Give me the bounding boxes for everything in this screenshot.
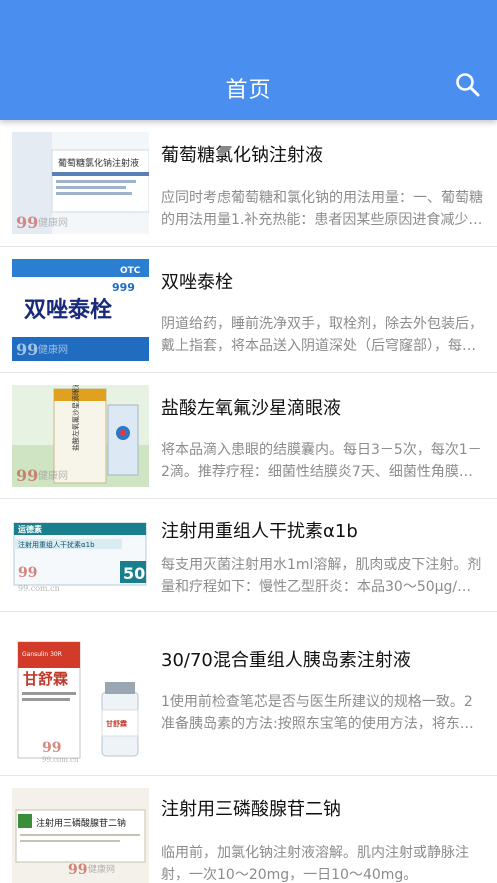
svg-text:99: 99 bbox=[68, 862, 87, 878]
thumb-label: 双唑泰栓 bbox=[24, 297, 112, 323]
svg-text:99.com.cn: 99.com.cn bbox=[42, 756, 79, 764]
thumb-label: 注射用重组人干扰素α1b bbox=[18, 540, 95, 549]
svg-text:运德素: 运德素 bbox=[18, 524, 42, 534]
drug-list: 葡萄糖氯化钠注射液 99 健康网 葡萄糖氯化钠注射液 应同时考虑葡萄糖和氯化钠的… bbox=[0, 120, 497, 883]
drug-thumbnail: 甘舒霖 Gansulin 30R 甘舒霖 99 99.com.cn bbox=[12, 626, 149, 766]
item-description: 临用前，加氯化钠注射液溶解。肌内注射或静脉注射，一次10～20mg，一日10～4… bbox=[161, 845, 469, 883]
drug-thumbnail: OTC 999 双唑泰栓 99 健康网 bbox=[12, 259, 149, 361]
svg-text:99: 99 bbox=[16, 340, 38, 359]
list-item[interactable]: 运德素 注射用重组人干扰素α1b 50 99 99.com.cn 注射用重组人干… bbox=[0, 499, 497, 612]
item-title: 盐酸左氧氟沙星滴眼液 bbox=[161, 398, 341, 419]
item-title: 葡萄糖氯化钠注射液 bbox=[161, 145, 323, 166]
thumb-label: 注射用三磷酸腺苷二钠 bbox=[36, 817, 126, 829]
svg-text:50: 50 bbox=[123, 564, 145, 583]
drug-thumbnail: 注射用三磷酸腺苷二钠 99 健康网 bbox=[12, 788, 149, 883]
item-description: 应同时考虑葡萄糖和氯化钠的用法用量：一、葡萄糖的用法用量1.补充热能：患者因某些… bbox=[161, 190, 483, 228]
svg-text:甘舒霖: 甘舒霖 bbox=[106, 719, 127, 728]
thumb-label: 盐酸左氧氟沙星滴眼液 bbox=[71, 385, 80, 451]
svg-text:99: 99 bbox=[16, 213, 38, 232]
item-title: 注射用三磷酸腺苷二钠 bbox=[161, 799, 341, 820]
list-item[interactable]: 注射用三磷酸腺苷二钠 99 健康网 注射用三磷酸腺苷二钠 临用前，加氯化钠注射液… bbox=[0, 776, 497, 883]
svg-text:健康网: 健康网 bbox=[38, 343, 68, 356]
list-item[interactable]: 葡萄糖氯化钠注射液 99 健康网 葡萄糖氯化钠注射液 应同时考虑葡萄糖和氯化钠的… bbox=[0, 120, 497, 247]
item-description: 将本品滴入患眼的结膜囊内。每日3－5次，每次1－2滴。推荐疗程：细菌性结膜炎7天… bbox=[161, 442, 482, 480]
svg-text:Gansulin 30R: Gansulin 30R bbox=[22, 651, 62, 658]
svg-text:99: 99 bbox=[18, 565, 37, 581]
list-item[interactable]: OTC 999 双唑泰栓 99 健康网 双唑泰栓 阴道给药，睡前洗净双手，取栓剂… bbox=[0, 247, 497, 373]
svg-text:999: 999 bbox=[112, 281, 135, 294]
svg-text:健康网: 健康网 bbox=[38, 216, 68, 229]
item-title: 双唑泰栓 bbox=[161, 272, 233, 293]
search-icon bbox=[456, 73, 480, 97]
svg-text:99: 99 bbox=[16, 466, 38, 485]
item-description: 每支用灭菌注射用水1ml溶解，肌肉或皮下注射。剂量和疗程如下：慢性乙型肝炎：本品… bbox=[161, 557, 482, 595]
drug-thumbnail: 葡萄糖氯化钠注射液 99 健康网 bbox=[12, 132, 149, 234]
svg-text:OTC: OTC bbox=[120, 266, 141, 276]
svg-text:99: 99 bbox=[42, 740, 61, 756]
svg-text:99.com.cn: 99.com.cn bbox=[18, 584, 60, 593]
search-button[interactable] bbox=[453, 70, 483, 100]
item-title: 注射用重组人干扰素α1b bbox=[161, 521, 358, 542]
item-title: 30/70混合重组人胰岛素注射液 bbox=[161, 650, 411, 671]
thumb-label: 甘舒霖 bbox=[23, 670, 68, 688]
thumb-label: 葡萄糖氯化钠注射液 bbox=[58, 157, 139, 169]
list-item[interactable]: 甘舒霖 Gansulin 30R 甘舒霖 99 99.com.cn 30/70混… bbox=[0, 612, 497, 776]
svg-text:健康网: 健康网 bbox=[88, 863, 115, 875]
item-description: 阴道给药，睡前洗净双手，取栓剂，除去外包装后，戴上指套，将本品送入阴道深处（后穹… bbox=[161, 316, 483, 354]
drug-thumbnail: 盐酸左氧氟沙星滴眼液 99 健康网 bbox=[12, 385, 149, 487]
page-title: 首页 bbox=[225, 78, 272, 103]
app-header: 首页 bbox=[0, 0, 497, 120]
drug-thumbnail: 运德素 注射用重组人干扰素α1b 50 99 99.com.cn bbox=[12, 511, 149, 597]
item-description: 1使用前检查笔芯是否与医生所建议的规格一致。2准备胰岛素的方法:按照东宝笔的使用… bbox=[161, 694, 474, 732]
list-item[interactable]: 盐酸左氧氟沙星滴眼液 99 健康网 盐酸左氧氟沙星滴眼液 将本品滴入患眼的结膜囊… bbox=[0, 373, 497, 499]
svg-text:健康网: 健康网 bbox=[38, 469, 68, 482]
